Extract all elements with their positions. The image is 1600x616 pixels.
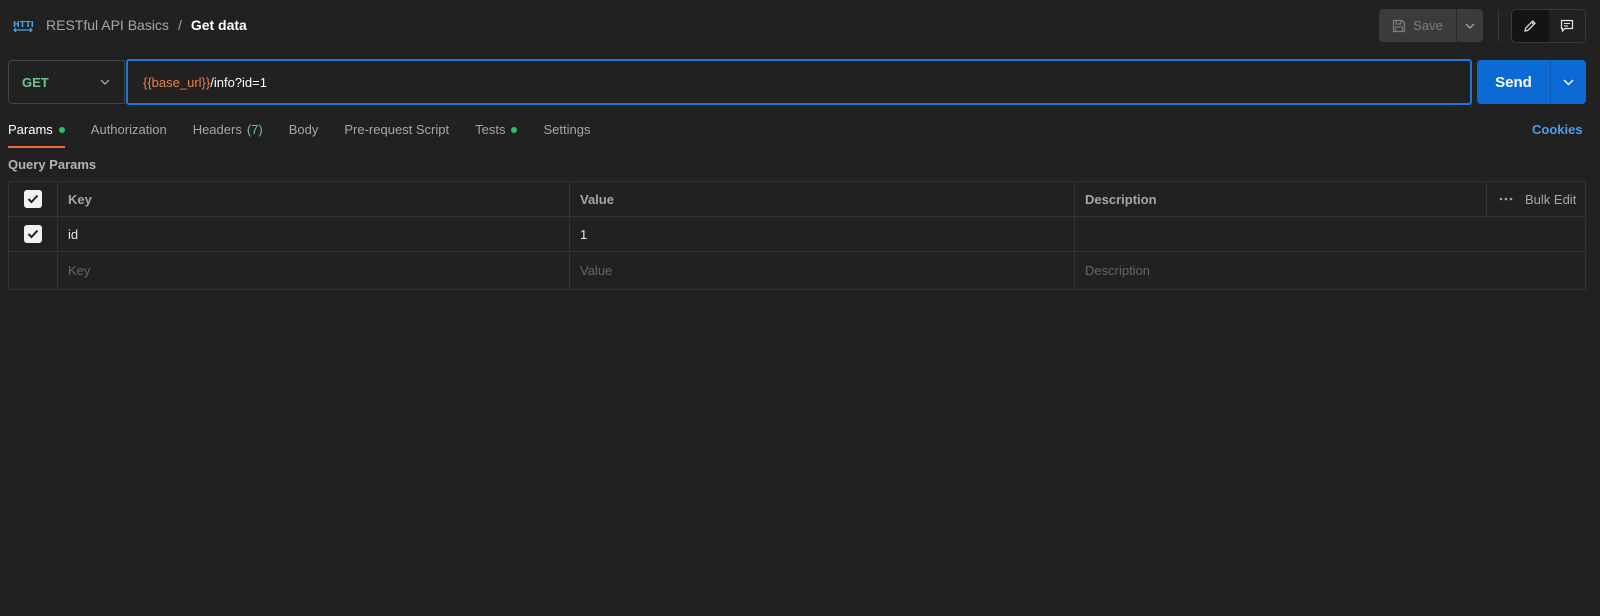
new-description-input[interactable]: Description (1075, 252, 1585, 288)
breadcrumb: RESTful API Basics / Get data (46, 17, 247, 33)
bulk-edit-area: Bulk Edit (1486, 182, 1585, 216)
request-title[interactable]: Get data (191, 17, 247, 33)
method-select[interactable]: GET (8, 60, 125, 104)
comment-icon (1560, 19, 1573, 33)
svg-text:HTTP: HTTP (13, 20, 33, 29)
row-checkbox[interactable] (24, 225, 42, 243)
row-checkbox-cell (9, 252, 58, 288)
row-checkbox-cell (9, 217, 58, 251)
method-label: GET (22, 74, 49, 90)
send-button-group: Send (1477, 60, 1586, 104)
param-key-cell[interactable]: id (58, 217, 570, 251)
checkmark-icon (27, 194, 39, 204)
pencil-icon (1524, 20, 1537, 32)
url-path: /info?id=1 (210, 74, 267, 90)
chevron-down-icon (1465, 23, 1475, 29)
checkmark-icon (27, 229, 39, 239)
chevron-down-icon (100, 79, 110, 85)
headers-count: (7) (246, 122, 263, 137)
tab-body[interactable]: Body (289, 122, 319, 148)
tab-params[interactable]: Params (8, 122, 65, 148)
http-icon: HTTP (13, 20, 33, 33)
url-variable: {{base_url}} (143, 74, 211, 90)
request-header: HTTP RESTful API Basics / Get data Save (0, 0, 1600, 52)
tab-label: Params (8, 122, 53, 137)
edit-button[interactable] (1512, 10, 1549, 42)
tab-label: Headers (192, 122, 242, 137)
request-tabs: Params Authorization Headers (7) Body Pr… (8, 122, 616, 148)
save-options-button[interactable] (1456, 9, 1483, 42)
tab-label: Authorization (90, 122, 167, 137)
send-button[interactable]: Send (1477, 60, 1550, 104)
breadcrumb-collection[interactable]: RESTful API Basics (46, 17, 169, 33)
tab-label: Pre-request Script (344, 122, 450, 137)
new-value-input[interactable]: Value (570, 252, 1075, 288)
url-input[interactable]: {{base_url}} /info?id=1 (126, 59, 1472, 105)
param-description-cell[interactable] (1075, 217, 1585, 251)
column-header-description: Description (1085, 191, 1157, 207)
tab-label: Settings (543, 122, 591, 137)
right-toolbar (1511, 9, 1586, 43)
table-header-row: Key Value Description Bulk Edit (9, 182, 1585, 217)
table-row: id 1 (9, 217, 1585, 252)
tab-label: Body (288, 122, 319, 137)
table-row-new: Key Value Description (9, 252, 1585, 288)
query-params-title: Query Params (8, 157, 97, 172)
save-button-group: Save (1379, 9, 1483, 42)
header-divider (1498, 10, 1499, 42)
breadcrumb-separator: / (177, 17, 182, 33)
bulk-edit-button[interactable]: Bulk Edit (1525, 192, 1576, 207)
column-header-value: Value (570, 182, 1075, 216)
save-label: Save (1413, 18, 1443, 33)
param-value-cell[interactable]: 1 (570, 217, 1075, 251)
tab-settings[interactable]: Settings (543, 122, 590, 148)
tab-authorization[interactable]: Authorization (91, 122, 167, 148)
more-options-icon[interactable] (1499, 197, 1513, 201)
send-options-button[interactable] (1550, 60, 1586, 104)
save-button[interactable]: Save (1379, 9, 1456, 42)
active-indicator-dot (511, 127, 518, 133)
tab-label: Tests (475, 122, 506, 137)
chevron-down-icon (1563, 79, 1574, 85)
active-indicator-dot (58, 127, 65, 133)
new-key-input[interactable]: Key (58, 252, 570, 288)
query-params-table: Key Value Description Bulk Edit id 1 Key… (8, 181, 1586, 290)
tab-headers[interactable]: Headers (7) (193, 122, 263, 148)
save-icon (1393, 19, 1406, 32)
header-checkbox-cell (9, 182, 58, 216)
comments-button[interactable] (1549, 10, 1586, 42)
tab-pre-request-script[interactable]: Pre-request Script (344, 122, 449, 148)
tab-tests[interactable]: Tests (475, 122, 518, 148)
cookies-link[interactable]: Cookies (1532, 122, 1583, 137)
column-header-key: Key (58, 182, 570, 216)
select-all-checkbox[interactable] (24, 190, 42, 208)
